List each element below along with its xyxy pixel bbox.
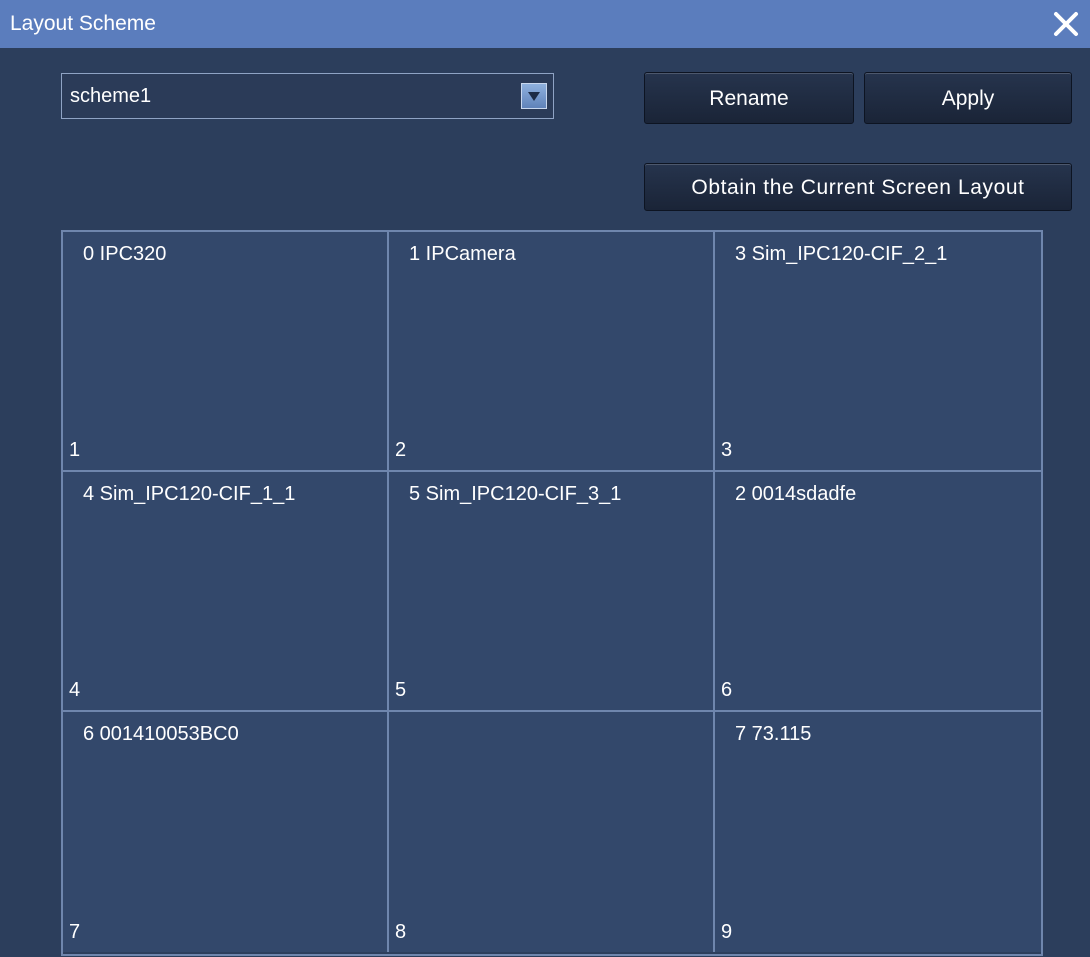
obtain-current-layout-button[interactable]: Obtain the Current Screen Layout — [644, 163, 1072, 211]
scheme-select[interactable]: scheme1 — [61, 73, 554, 119]
cell-camera-label: 1 IPCamera — [409, 243, 516, 265]
chevron-down-icon — [528, 92, 540, 101]
layout-cell[interactable]: 1 IPCamera 2 — [389, 232, 715, 472]
cell-camera-label: 7 73.115 — [735, 723, 812, 745]
cell-camera-label: 5 Sim_IPC120-CIF_3_1 — [409, 483, 622, 505]
layout-cell[interactable]: 3 Sim_IPC120-CIF_2_1 3 — [715, 232, 1041, 472]
layout-cell[interactable]: 2 0014sdadfe 6 — [715, 472, 1041, 712]
close-button[interactable] — [1050, 8, 1082, 40]
layout-cell[interactable]: 8 — [389, 712, 715, 952]
apply-button[interactable]: Apply — [864, 72, 1072, 124]
cell-camera-label: 2 0014sdadfe — [735, 483, 857, 505]
cell-camera-label: 0 IPC320 — [83, 243, 167, 265]
cell-index: 6 — [721, 679, 733, 701]
cell-camera-label: 6 001410053BC0 — [83, 723, 239, 745]
layout-scheme-dialog: Layout Scheme scheme1 Rename Apply Obtai… — [0, 0, 1090, 957]
title-bar: Layout Scheme — [0, 0, 1090, 48]
cell-index: 1 — [69, 439, 81, 461]
layout-cell[interactable]: 7 73.115 9 — [715, 712, 1041, 952]
cell-camera-label: 3 Sim_IPC120-CIF_2_1 — [735, 243, 948, 265]
cell-index: 5 — [395, 679, 407, 701]
layout-cell[interactable]: 6 001410053BC0 7 — [63, 712, 389, 952]
layout-grid: 0 IPC320 1 1 IPCamera 2 3 Sim_IPC120-CIF… — [61, 230, 1043, 956]
close-icon — [1054, 12, 1078, 36]
cell-index: 4 — [69, 679, 81, 701]
cell-index: 3 — [721, 439, 733, 461]
cell-index: 2 — [395, 439, 407, 461]
cell-camera-label: 4 Sim_IPC120-CIF_1_1 — [83, 483, 296, 505]
layout-cell[interactable]: 5 Sim_IPC120-CIF_3_1 5 — [389, 472, 715, 712]
rename-button[interactable]: Rename — [644, 72, 854, 124]
scheme-select-value: scheme1 — [70, 85, 152, 107]
cell-index: 8 — [395, 921, 407, 943]
dropdown-button[interactable] — [521, 83, 547, 109]
layout-cell[interactable]: 0 IPC320 1 — [63, 232, 389, 472]
window-title: Layout Scheme — [10, 12, 156, 35]
layout-cell[interactable]: 4 Sim_IPC120-CIF_1_1 4 — [63, 472, 389, 712]
cell-index: 7 — [69, 921, 81, 943]
cell-index: 9 — [721, 921, 733, 943]
